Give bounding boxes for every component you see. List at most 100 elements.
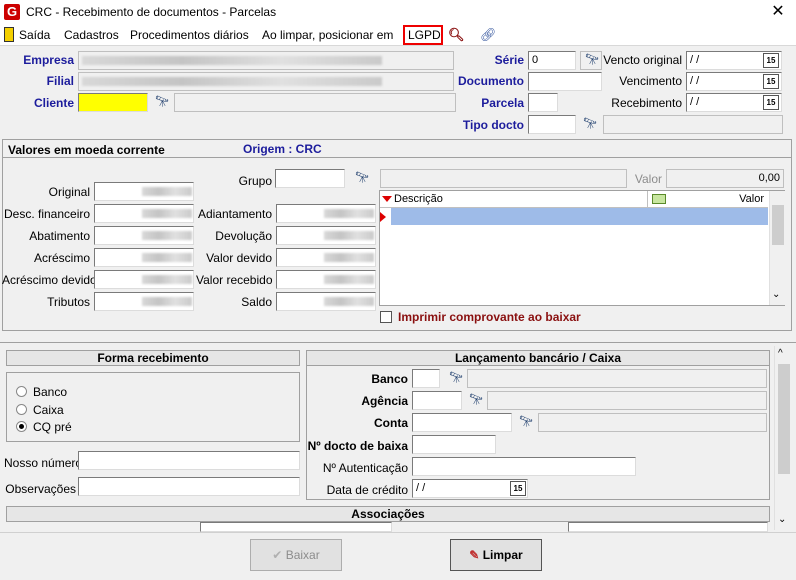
devolucao-label: Devolução [215, 229, 272, 243]
imprimir-label: Imprimir comprovante ao baixar [398, 310, 581, 324]
cliente-field[interactable] [78, 93, 148, 112]
tributos-field[interactable] [94, 292, 194, 311]
vencto-original-label: Vencto original [603, 53, 682, 67]
radio-banco[interactable] [16, 386, 27, 397]
valores-grid[interactable]: Descrição Valor ⌄ [379, 190, 785, 306]
radio-banco-label: Banco [33, 385, 68, 399]
parcela-field[interactable] [528, 93, 558, 112]
radio-caixa[interactable] [16, 404, 27, 415]
binoculars-icon[interactable]: 🔭︎ [582, 117, 598, 131]
associacoes-field-2[interactable] [568, 522, 768, 532]
calendar-icon[interactable]: 15 [510, 481, 526, 496]
money-icon [652, 194, 666, 204]
cliente-name-field [174, 93, 456, 112]
app-logo-icon: G [4, 4, 20, 20]
n-docto-baixa-label: Nº docto de baixa [307, 439, 408, 453]
banco-desc-field [467, 369, 767, 388]
valor-recebido-field[interactable] [276, 270, 376, 289]
banco-field[interactable] [412, 369, 440, 388]
grid-row[interactable] [391, 208, 768, 225]
chevron-down-icon[interactable]: ⌄ [772, 289, 780, 300]
devolucao-field[interactable] [276, 226, 376, 245]
associacoes-field-1[interactable] [200, 522, 392, 532]
nosso-numero-field[interactable] [78, 451, 300, 470]
adiantamento-label: Adiantamento [197, 207, 272, 221]
binoculars-icon[interactable]: 🔭︎ [518, 415, 534, 429]
valor-devido-label: Valor devido [206, 251, 272, 265]
serie-field[interactable]: 0 [528, 51, 576, 70]
agencia-field[interactable] [412, 391, 462, 410]
link-icon[interactable]: 🔗︎ [480, 27, 497, 43]
grupo-field[interactable] [275, 169, 345, 188]
grupo-desc-field [380, 169, 627, 188]
eraser-icon: ✎ [469, 548, 480, 562]
binoculars-icon[interactable]: 🔭︎ [154, 95, 170, 109]
saldo-label: Saldo [241, 295, 272, 309]
parcela-label: Parcela [481, 96, 524, 110]
menu-procedimentos[interactable]: Procedimentos diários [130, 28, 249, 42]
valor-label: Valor [634, 172, 662, 186]
original-field[interactable] [94, 182, 194, 201]
imprimir-checkbox[interactable] [380, 311, 392, 323]
acrescimo-devido-label: Acréscimo devido [2, 273, 97, 287]
original-label: Original [48, 185, 90, 199]
chevron-down-icon[interactable]: ⌄ [778, 514, 786, 525]
limpar-label: Limpar [482, 548, 523, 562]
empresa-field[interactable] [78, 51, 454, 70]
divider [0, 342, 796, 343]
checkmark-icon: ✔ [272, 548, 283, 562]
calendar-icon[interactable]: 15 [763, 95, 779, 110]
scroll-thumb[interactable] [772, 205, 784, 245]
vencimento-label: Vencimento [619, 74, 682, 88]
menu-ao-limpar[interactable]: Ao limpar, posicionar em [262, 28, 393, 42]
close-icon[interactable]: ✕ [768, 2, 788, 22]
abatimento-field[interactable] [94, 226, 194, 245]
magnifier-icon[interactable]: 🔍︎ [448, 27, 465, 43]
grid-scrollbar[interactable]: ⌄ [769, 191, 785, 305]
adiantamento-field[interactable] [276, 204, 376, 223]
main-scrollbar[interactable]: ^ ⌄ [774, 346, 792, 530]
acrescimo-devido-field[interactable] [94, 270, 194, 289]
menu-saida[interactable]: Saída [19, 28, 50, 42]
tipo-docto-desc-field [603, 115, 783, 134]
grupo-label: Grupo [238, 174, 272, 188]
origem-label: Origem : CRC [243, 142, 322, 156]
documento-label: Documento [458, 74, 524, 88]
abatimento-label: Abatimento [29, 229, 90, 243]
divider [647, 191, 648, 208]
limpar-button[interactable]: ✎ Limpar [450, 539, 542, 571]
grid-col-descricao[interactable]: Descrição [394, 193, 443, 205]
binoculars-icon[interactable]: 🔭︎ [354, 171, 370, 185]
n-docto-baixa-field[interactable] [412, 435, 496, 454]
binoculars-icon[interactable]: 🔭︎ [468, 393, 484, 407]
menu-bar: Saída Cadastros Procedimentos diários Ao… [0, 24, 796, 46]
valor-devido-field[interactable] [276, 248, 376, 267]
grid-col-valor[interactable]: Valor [680, 193, 764, 205]
tipo-docto-field[interactable] [528, 115, 576, 134]
baixar-button[interactable]: ✔ Baixar [250, 539, 342, 571]
tipo-docto-label: Tipo docto [462, 118, 524, 132]
observacoes-field[interactable] [78, 477, 300, 496]
acrescimo-label: Acréscimo [33, 251, 90, 265]
conta-field[interactable] [412, 413, 512, 432]
title-bar: G CRC - Recebimento de documentos - Parc… [0, 0, 796, 24]
acrescimo-field[interactable] [94, 248, 194, 267]
n-autenticacao-field[interactable] [412, 457, 636, 476]
menu-cadastros[interactable]: Cadastros [64, 28, 119, 42]
calendar-icon[interactable]: 15 [763, 53, 779, 68]
serie-lookup-button[interactable]: 🔭︎ [580, 51, 602, 70]
valores-title: Valores em moeda corrente [8, 143, 165, 157]
desc-financeiro-field[interactable] [94, 204, 194, 223]
conta-label: Conta [374, 416, 408, 430]
documento-field[interactable] [528, 72, 602, 91]
chevron-up-icon[interactable]: ^ [778, 348, 783, 359]
radio-caixa-label: Caixa [33, 403, 64, 417]
binoculars-icon[interactable]: 🔭︎ [448, 371, 464, 385]
banco-label: Banco [371, 372, 408, 386]
filial-field[interactable] [78, 72, 454, 91]
scroll-thumb[interactable] [778, 364, 790, 474]
calendar-icon[interactable]: 15 [763, 74, 779, 89]
saldo-field[interactable] [276, 292, 376, 311]
binoculars-icon: 🔭︎ [585, 54, 599, 66]
radio-cq-pre[interactable] [16, 421, 27, 432]
